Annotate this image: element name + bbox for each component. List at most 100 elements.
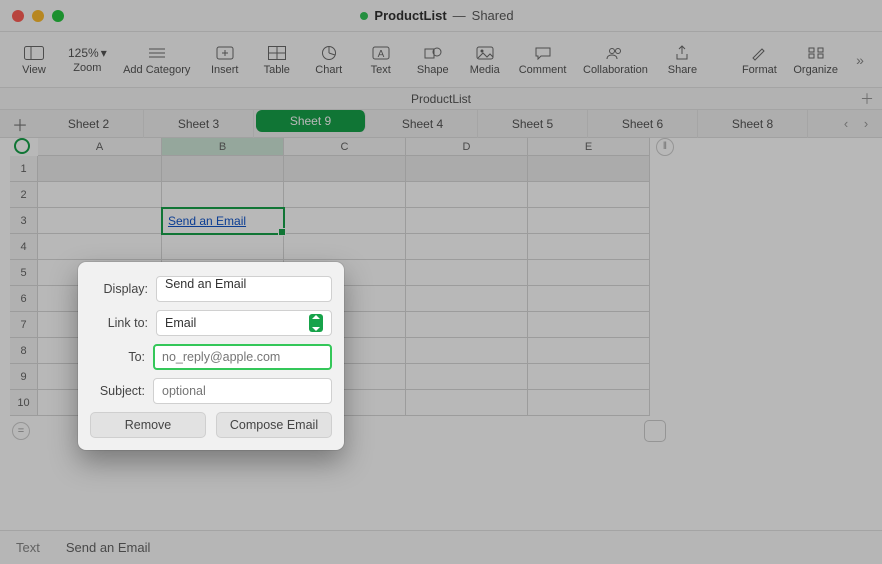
row-header[interactable]: 10 [10, 390, 38, 416]
column-header[interactable]: D [406, 138, 528, 156]
sheet-tab[interactable]: Sheet 5 [478, 110, 588, 138]
cell[interactable] [528, 338, 650, 364]
insert-button[interactable]: Insert [201, 42, 249, 78]
cell[interactable] [162, 182, 284, 208]
cell[interactable] [528, 390, 650, 416]
row-header[interactable]: 7 [10, 312, 38, 338]
cell[interactable] [528, 156, 650, 182]
cell[interactable] [406, 260, 528, 286]
column-header[interactable]: E [528, 138, 650, 156]
cell[interactable] [406, 390, 528, 416]
cell[interactable] [406, 234, 528, 260]
cell[interactable] [284, 182, 406, 208]
comment-button[interactable]: Comment [513, 42, 573, 78]
zoom-button[interactable]: 125%▾ Zoom [62, 44, 113, 76]
subject-field[interactable] [153, 378, 332, 404]
share-button[interactable]: Share [658, 42, 706, 78]
shape-button[interactable]: Shape [409, 42, 457, 78]
row-header[interactable]: 6 [10, 286, 38, 312]
to-field[interactable] [153, 344, 332, 370]
cell[interactable] [528, 312, 650, 338]
collaboration-button[interactable]: Collaboration [576, 42, 654, 78]
media-button[interactable]: Media [461, 42, 509, 78]
display-field[interactable]: Send an Email [156, 276, 332, 302]
shape-label: Shape [417, 64, 449, 76]
share-icon [671, 44, 693, 62]
cell[interactable] [162, 156, 284, 182]
sheet-tab[interactable]: Sheet 8 [698, 110, 808, 138]
display-label: Display: [90, 282, 148, 296]
cell[interactable] [528, 260, 650, 286]
column-header[interactable]: C [284, 138, 406, 156]
row-header[interactable]: 8 [10, 338, 38, 364]
cell[interactable] [528, 234, 650, 260]
organize-button[interactable]: Organize [787, 42, 844, 78]
compose-email-button[interactable]: Compose Email [216, 412, 332, 438]
column-header[interactable]: A [38, 138, 162, 156]
cell-hyperlink[interactable]: Send an Email [168, 214, 246, 228]
table-resize-handle[interactable] [644, 420, 666, 442]
organize-label: Organize [793, 64, 838, 76]
add-row-handle[interactable]: = [12, 422, 30, 440]
table-label: Table [264, 64, 290, 76]
cell[interactable] [38, 182, 162, 208]
hyperlink-popover: Display: Send an Email Link to: Email To… [78, 262, 344, 450]
format-button[interactable]: Format [735, 42, 783, 78]
window-titlebar: ProductList — Shared [0, 0, 882, 32]
text-button[interactable]: A Text [357, 42, 405, 78]
sheet-nav-next[interactable]: › [856, 116, 876, 131]
row-header[interactable]: 1 [10, 156, 38, 182]
row-header[interactable]: 3 [10, 208, 38, 234]
text-icon: A [370, 44, 392, 62]
view-button[interactable]: View [10, 42, 58, 78]
column-header[interactable]: B [162, 138, 284, 156]
minimize-window-button[interactable] [32, 10, 44, 22]
cell[interactable] [406, 182, 528, 208]
text-label: Text [371, 64, 391, 76]
cell[interactable] [528, 364, 650, 390]
sheet-tab[interactable]: Sheet 3 [144, 110, 254, 138]
cell[interactable] [284, 208, 406, 234]
chart-button[interactable]: Chart [305, 42, 353, 78]
cell[interactable] [406, 208, 528, 234]
chart-label: Chart [315, 64, 342, 76]
cell[interactable] [284, 156, 406, 182]
row-header[interactable]: 9 [10, 364, 38, 390]
row-header[interactable]: 5 [10, 260, 38, 286]
add-category-button[interactable]: Add Category [117, 42, 197, 78]
cell[interactable]: Send an Email [162, 208, 284, 234]
media-label: Media [470, 64, 500, 76]
row-header[interactable]: 2 [10, 182, 38, 208]
row-header[interactable]: 4 [10, 234, 38, 260]
fullscreen-window-button[interactable] [52, 10, 64, 22]
cell[interactable] [38, 156, 162, 182]
cell[interactable] [38, 234, 162, 260]
cell[interactable] [528, 182, 650, 208]
cell[interactable] [284, 234, 406, 260]
toolbar-overflow-button[interactable]: » [848, 50, 872, 70]
cell[interactable] [406, 312, 528, 338]
sheet-nav-prev[interactable]: ‹ [836, 116, 856, 131]
sheet-tab[interactable]: Sheet 9 [256, 110, 366, 132]
add-document-tab-button[interactable]: ＋ [858, 90, 876, 108]
sheet-tab[interactable]: Sheet 2 [34, 110, 144, 138]
paintbrush-icon [748, 44, 770, 62]
remove-link-button[interactable]: Remove [90, 412, 206, 438]
table-button[interactable]: Table [253, 42, 301, 78]
cell[interactable] [406, 156, 528, 182]
linkto-label: Link to: [90, 316, 148, 330]
close-window-button[interactable] [12, 10, 24, 22]
sheet-tab[interactable]: Sheet 6 [588, 110, 698, 138]
document-tab[interactable]: ProductList [411, 92, 471, 106]
cell[interactable] [406, 364, 528, 390]
linkto-select[interactable]: Email [156, 310, 332, 336]
add-sheet-button[interactable]: ＋ [6, 112, 34, 136]
select-all-handle[interactable] [14, 138, 30, 154]
cell[interactable] [406, 338, 528, 364]
cell[interactable] [406, 286, 528, 312]
cell[interactable] [38, 208, 162, 234]
cell[interactable] [528, 286, 650, 312]
cell[interactable] [528, 208, 650, 234]
add-column-handle[interactable]: ‖ [656, 138, 674, 156]
sheet-tab[interactable]: Sheet 4 [368, 110, 478, 138]
